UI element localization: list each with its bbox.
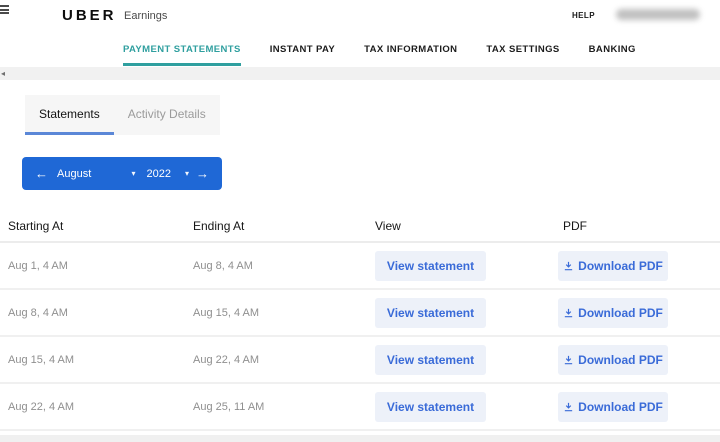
starting-at-cell: Aug 8, 4 AM	[8, 307, 193, 319]
earnings-page: UBER Earnings HELP PAYMENT STATEMENTS IN…	[0, 0, 720, 442]
month-caret-down-icon[interactable]: ▾	[131, 169, 135, 178]
tab-tax-information[interactable]: TAX INFORMATION	[364, 44, 457, 66]
download-icon	[563, 401, 574, 413]
ending-at-cell: Aug 22, 4 AM	[193, 354, 375, 366]
scroll-left-icon[interactable]: ◂	[1, 68, 5, 79]
tab-instant-pay[interactable]: INSTANT PAY	[270, 44, 335, 66]
uber-logo: UBER	[62, 7, 117, 24]
download-icon	[563, 354, 574, 366]
ending-at-cell: Aug 8, 4 AM	[193, 260, 375, 272]
redacted-user-name[interactable]	[616, 9, 700, 20]
download-pdf-button[interactable]: Download PDF	[558, 298, 668, 328]
col-header-ending-at: Ending At	[193, 219, 375, 233]
starting-at-cell: Aug 22, 4 AM	[8, 401, 193, 413]
col-header-pdf: PDF	[558, 219, 720, 233]
ending-at-cell: Aug 15, 4 AM	[193, 307, 375, 319]
top-header: UBER Earnings HELP	[0, 0, 720, 32]
view-statement-button[interactable]: View statement	[375, 251, 486, 281]
download-pdf-label: Download PDF	[578, 306, 663, 320]
month-select-value[interactable]: August	[57, 168, 91, 180]
view-statement-button[interactable]: View statement	[375, 345, 486, 375]
download-icon	[563, 307, 574, 319]
table-header-row: Starting At Ending At View PDF	[0, 210, 720, 243]
tab-payment-statements[interactable]: PAYMENT STATEMENTS	[123, 44, 241, 66]
subtab-statements[interactable]: Statements	[25, 95, 114, 135]
month-year-picker: ← August ▾ 2022 ▾ →	[22, 157, 222, 190]
ending-at-cell: Aug 25, 11 AM	[193, 401, 375, 413]
tab-banking[interactable]: BANKING	[589, 44, 636, 66]
main-nav: PAYMENT STATEMENTS INSTANT PAY TAX INFOR…	[0, 32, 720, 66]
starting-at-cell: Aug 1, 4 AM	[8, 260, 193, 272]
table-row: Aug 8, 4 AM Aug 15, 4 AM View statement …	[0, 290, 720, 337]
download-pdf-button[interactable]: Download PDF	[558, 251, 668, 281]
col-header-view: View	[375, 219, 558, 233]
help-link[interactable]: HELP	[572, 11, 595, 20]
download-pdf-button[interactable]: Download PDF	[558, 392, 668, 422]
download-icon	[563, 260, 574, 272]
hamburger-icon[interactable]	[0, 5, 9, 14]
download-pdf-label: Download PDF	[578, 400, 663, 414]
page-title: Earnings	[124, 10, 167, 22]
year-caret-down-icon[interactable]: ▾	[185, 169, 189, 178]
view-statement-button[interactable]: View statement	[375, 298, 486, 328]
statements-subtabs: Statements Activity Details	[25, 95, 220, 135]
previous-month-icon[interactable]: ←	[35, 167, 48, 180]
table-row: Aug 22, 4 AM Aug 25, 11 AM View statemen…	[0, 384, 720, 431]
download-pdf-label: Download PDF	[578, 259, 663, 273]
download-pdf-button[interactable]: Download PDF	[558, 345, 668, 375]
year-select-value[interactable]: 2022	[147, 168, 171, 180]
subtab-activity-details[interactable]: Activity Details	[114, 95, 220, 135]
tab-tax-settings[interactable]: TAX SETTINGS	[486, 44, 559, 66]
next-month-icon[interactable]: →	[196, 167, 209, 180]
download-pdf-label: Download PDF	[578, 353, 663, 367]
view-statement-button[interactable]: View statement	[375, 392, 486, 422]
statements-table: Starting At Ending At View PDF Aug 1, 4 …	[0, 210, 720, 431]
horizontal-scrollbar[interactable]: ◂	[0, 67, 720, 80]
table-row: Aug 1, 4 AM Aug 8, 4 AM View statement D…	[0, 243, 720, 290]
col-header-starting-at: Starting At	[8, 219, 193, 233]
table-row: Aug 15, 4 AM Aug 22, 4 AM View statement…	[0, 337, 720, 384]
starting-at-cell: Aug 15, 4 AM	[8, 354, 193, 366]
next-row-edge	[0, 435, 720, 442]
